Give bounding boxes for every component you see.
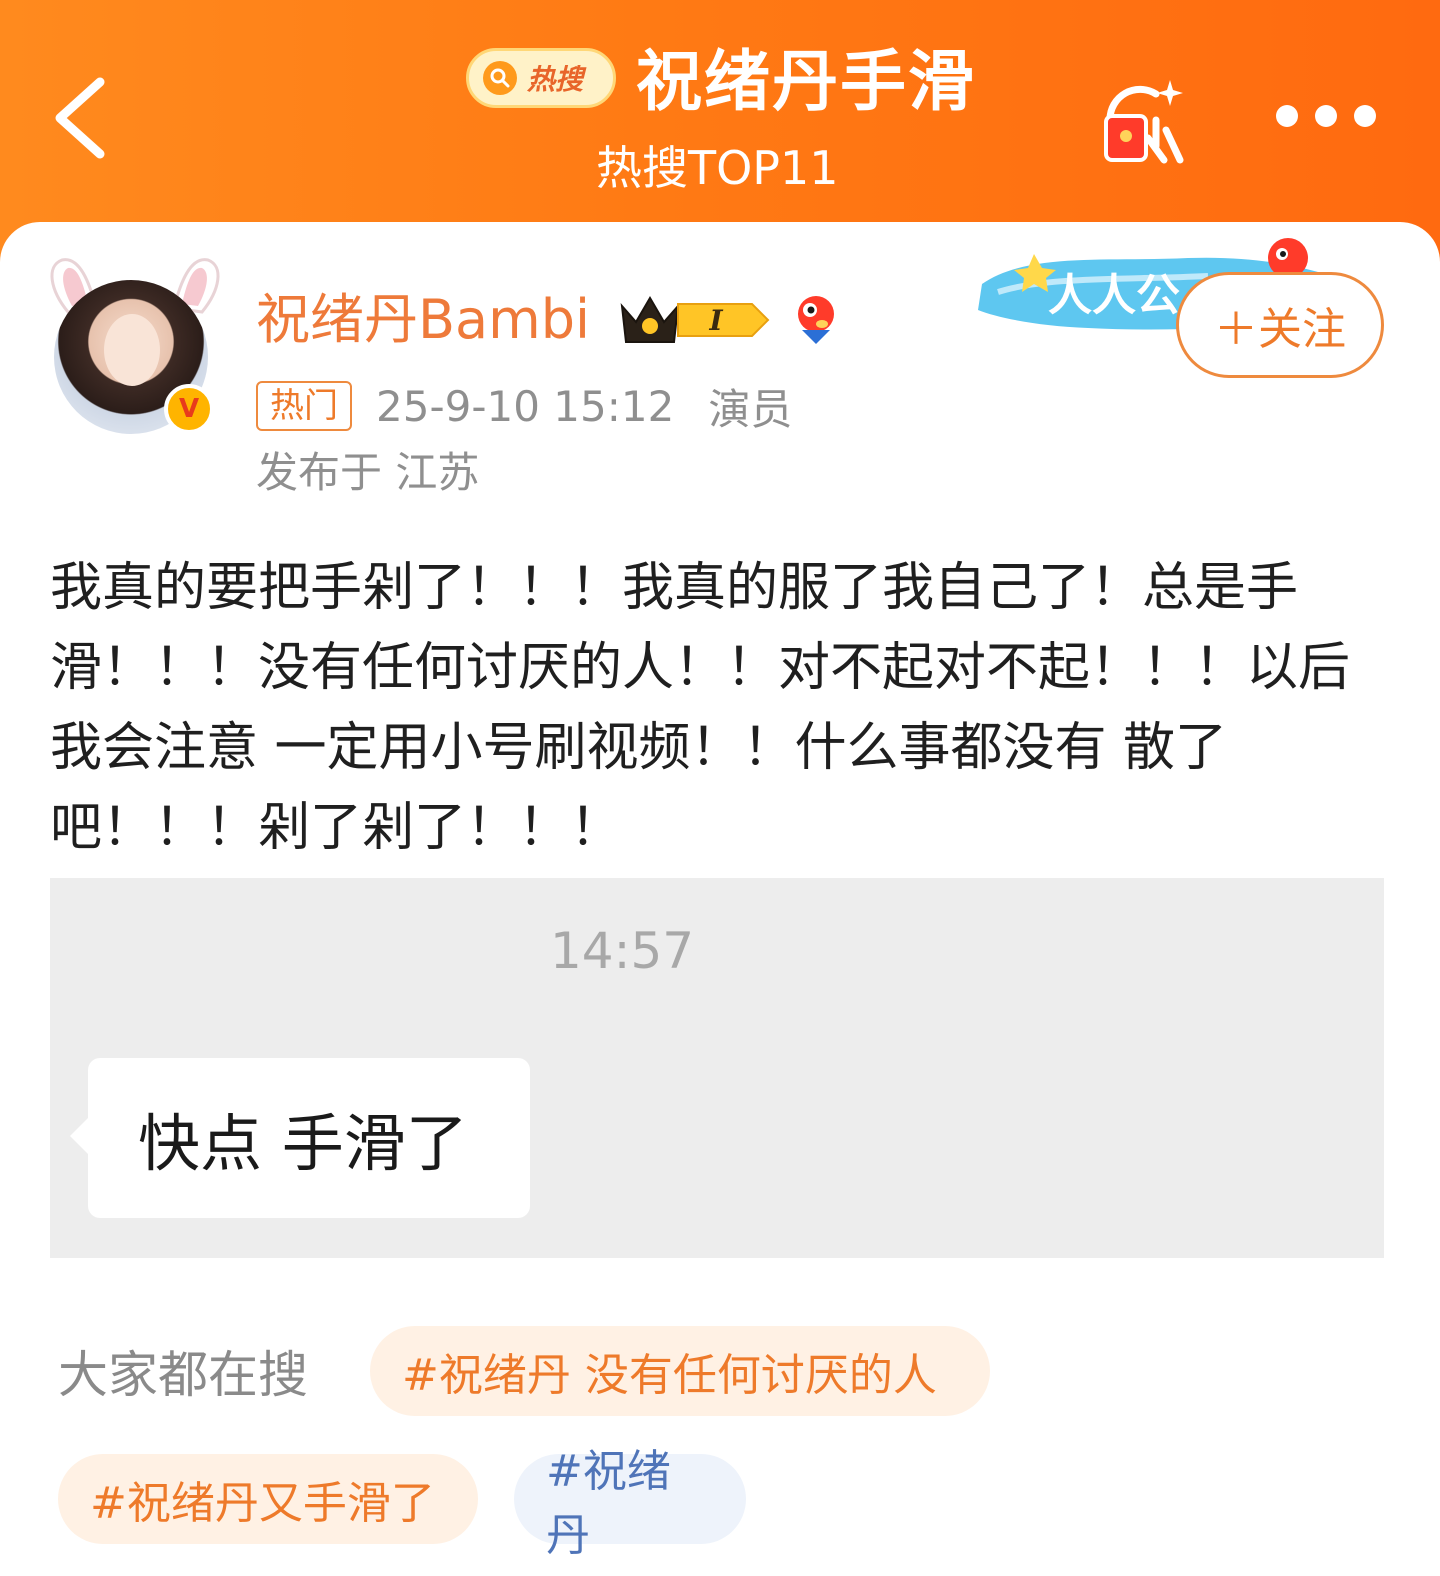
banner-text: 人人公: [1048, 270, 1180, 321]
topic-rank: 热搜TOP11: [596, 141, 839, 195]
more-dots-icon: [1315, 105, 1337, 127]
author-role: 演员: [708, 384, 793, 434]
trending-tag[interactable]: #祝绪丹又手滑了: [58, 1454, 478, 1544]
back-arrow-icon: [55, 77, 105, 159]
chat-message: 快点 手滑了: [138, 1107, 468, 1180]
author-name[interactable]: 祝绪丹Bambi: [256, 284, 590, 356]
hot-search-badge: 热搜: [466, 48, 616, 108]
red-envelope-search-button[interactable]: [1100, 76, 1192, 168]
follow-button[interactable]: ＋关注: [1176, 272, 1384, 378]
post-timestamp: 25-9-10 15:12: [376, 381, 675, 431]
author-avatar[interactable]: V: [40, 250, 230, 450]
chat-bubble: 快点 手滑了: [70, 1058, 530, 1218]
more-options-button[interactable]: [1276, 96, 1376, 136]
avatar-face: [104, 314, 160, 386]
red-envelope-search-icon: [1104, 80, 1184, 164]
trending-tag[interactable]: #祝绪丹: [514, 1446, 746, 1561]
post-location: 发布于 江苏: [256, 448, 480, 497]
trending-label: 大家都在搜: [58, 1346, 308, 1404]
crown-icon: I: [620, 296, 770, 343]
post-meta: 热门 25-9-10 15:12 演员: [256, 378, 792, 434]
back-button[interactable]: [44, 70, 116, 166]
search-icon: [483, 61, 517, 95]
topic-title: 祝绪丹手滑: [636, 43, 976, 120]
hot-search-badge-label: 热搜: [527, 63, 584, 96]
more-dots-icon: [1276, 105, 1298, 127]
trending-tag[interactable]: #祝绪丹 没有任何讨厌的人: [370, 1326, 990, 1416]
post-text: 我真的要把手剁了！！！我真的服了我自己了！总是手滑！！！没有任何讨厌的人！！对不…: [50, 558, 1351, 858]
more-dots-icon: [1354, 105, 1376, 127]
verified-icon: V: [164, 384, 214, 434]
badge-level-text: I: [708, 304, 723, 337]
chat-timestamp: 14:57: [550, 922, 695, 980]
post-image[interactable]: 14:57 快点 手滑了: [50, 878, 1384, 1258]
hot-tag-badge: 热门: [256, 381, 352, 431]
mascot-icon: [792, 290, 840, 348]
membership-badge[interactable]: I: [618, 292, 772, 348]
